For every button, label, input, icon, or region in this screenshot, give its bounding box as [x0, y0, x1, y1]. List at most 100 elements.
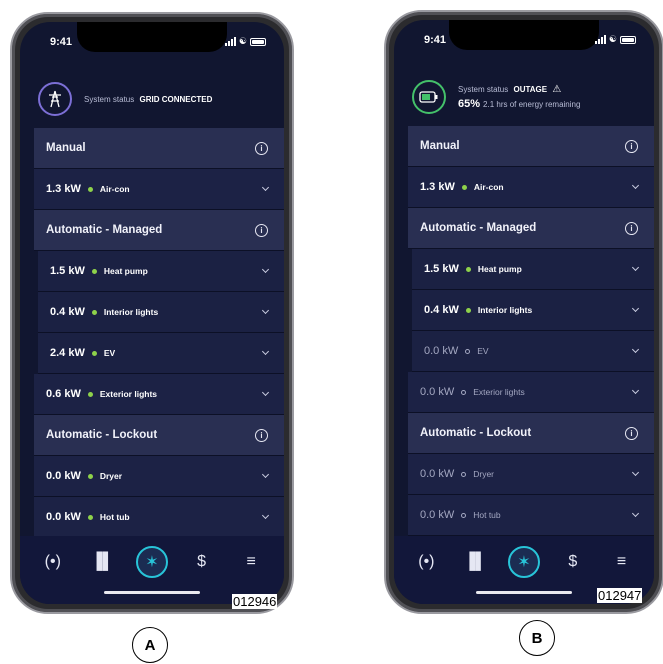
home-indicator[interactable] [476, 591, 572, 594]
status-label: System status [458, 85, 509, 94]
inactive-dot-icon [465, 348, 471, 354]
phone-a: 9:41 ☯ System status GRID CONNECTED Manu… [10, 12, 294, 614]
load-row-heat-pump[interactable]: 1.5 kW Heat pump [38, 251, 284, 292]
load-info: 0.0 kW Dryer [46, 470, 122, 482]
load-info: 0.0 kW Hot tub [420, 509, 501, 521]
load-row-air-con[interactable]: 1.3 kW Air-con [408, 167, 654, 208]
home-hub-icon[interactable]: ✶ [135, 546, 168, 578]
sliders-icon[interactable]: ≡ [606, 546, 638, 578]
radio-status-icon[interactable]: (•) [410, 546, 442, 578]
caption-label: B [519, 620, 555, 656]
chevron-down-icon[interactable] [261, 511, 270, 520]
chevron-down-icon[interactable] [261, 347, 270, 356]
bar-chart-icon[interactable]: ▐▌ [86, 546, 118, 578]
load-info: 0.0 kW Dryer [420, 468, 494, 480]
section-header-manual: Manual i [408, 126, 654, 167]
load-power: 0.0 kW [424, 345, 459, 357]
load-row-dryer[interactable]: 0.0 kW Dryer [34, 456, 284, 497]
active-dot-icon [87, 186, 93, 192]
section-title: Manual [46, 142, 86, 154]
load-label: EV [477, 346, 489, 356]
chevron-down-icon[interactable] [261, 470, 270, 479]
chevron-down-icon[interactable] [631, 181, 640, 190]
load-list: Manual i 1.3 kW Air-con Automatic - Managed i… [408, 126, 654, 536]
active-dot-icon [465, 266, 471, 272]
info-icon[interactable]: i [255, 428, 268, 442]
radio-status-icon[interactable]: (•) [37, 546, 69, 578]
bar-chart-icon[interactable]: ▐▌ [459, 546, 491, 578]
load-row-ev[interactable]: 2.4 kW EV [38, 333, 284, 374]
section-title: Automatic - Managed [46, 224, 163, 236]
home-hub-icon[interactable]: ✶ [507, 546, 540, 578]
dollar-icon[interactable]: $ [557, 546, 589, 578]
info-icon[interactable]: i [625, 221, 638, 235]
load-row-dryer[interactable]: 0.0 kW Dryer [408, 454, 654, 495]
info-icon[interactable]: i [625, 139, 638, 153]
load-row-heat-pump[interactable]: 1.5 kW Heat pump [412, 249, 654, 290]
info-icon[interactable]: i [255, 223, 268, 237]
load-label: Heat pump [103, 266, 148, 276]
load-label: EV [103, 348, 116, 358]
chevron-down-icon[interactable] [261, 388, 270, 397]
signal-icon [594, 35, 606, 44]
load-power: 1.5 kW [50, 265, 85, 277]
load-info: 1.5 kW Heat pump [50, 265, 148, 277]
load-power: 0.6 kW [46, 388, 81, 400]
energy-remaining: 65% 2.1 hrs of energy remaining [458, 98, 580, 110]
load-power: 1.3 kW [420, 181, 455, 193]
battery-status-icon [620, 35, 636, 44]
load-row-exterior-lights[interactable]: 0.6 kW Exterior lights [34, 374, 284, 415]
chevron-down-icon[interactable] [631, 345, 640, 354]
battery-status-icon [250, 37, 266, 46]
active-dot-icon [91, 268, 97, 274]
status-value: GRID CONNECTED [139, 94, 213, 104]
load-power: 0.4 kW [50, 306, 85, 318]
load-row-interior-lights[interactable]: 0.4 kW Interior lights [412, 290, 654, 331]
figure-code: 012946 [232, 594, 278, 609]
load-list: Manual i 1.3 kW Air-con Automatic - Managed i… [34, 128, 284, 538]
active-dot-icon [91, 350, 97, 356]
section-header-automatic-lockout: Automatic - Lockout i [34, 415, 284, 456]
chevron-down-icon[interactable] [631, 263, 640, 272]
chevron-down-icon[interactable] [631, 386, 640, 395]
status-label: System status [84, 94, 135, 104]
active-dot-icon [87, 473, 93, 479]
chevron-down-icon[interactable] [631, 468, 640, 477]
load-row-interior-lights[interactable]: 0.4 kW Interior lights [38, 292, 284, 333]
status-indicators: ☯ [224, 37, 266, 46]
active-dot-icon [91, 309, 97, 315]
dollar-icon[interactable]: $ [186, 546, 218, 578]
load-info: 0.4 kW Interior lights [424, 304, 532, 316]
inactive-dot-icon [461, 512, 467, 518]
load-label: Hot tub [473, 510, 501, 520]
sliders-icon[interactable]: ≡ [235, 546, 267, 578]
chevron-down-icon[interactable] [261, 183, 270, 192]
load-row-hot-tub[interactable]: 0.0 kW Hot tub [34, 497, 284, 538]
load-power: 0.0 kW [420, 509, 455, 521]
load-label: Dryer [473, 469, 495, 479]
home-indicator[interactable] [104, 591, 200, 594]
chevron-down-icon[interactable] [261, 265, 270, 274]
load-power: 1.3 kW [46, 183, 81, 195]
info-icon[interactable]: i [255, 141, 268, 155]
load-row-ev[interactable]: 0.0 kW EV [412, 331, 654, 372]
chevron-down-icon[interactable] [631, 304, 640, 313]
load-info: 1.5 kW Heat pump [424, 263, 522, 275]
load-info: 0.0 kW Hot tub [46, 511, 130, 523]
load-label: Hot tub [99, 512, 130, 522]
load-row-air-con[interactable]: 1.3 kW Air-con [34, 169, 284, 210]
load-info: 1.3 kW Air-con [420, 181, 504, 193]
system-status: System status OUTAGE ⚠ 65% 2.1 hrs of ene… [412, 72, 640, 122]
remaining-text: 2.1 hrs of energy remaining [483, 100, 581, 109]
section-title: Automatic - Managed [420, 222, 537, 234]
load-row-hot-tub[interactable]: 0.0 kW Hot tub [408, 495, 654, 536]
home-battery-icon [412, 80, 446, 114]
info-icon[interactable]: i [625, 426, 638, 440]
phone-b: 9:41 ☯ System status OUTAGE ⚠ 65% 2.1 hrs… [384, 10, 663, 614]
chevron-down-icon[interactable] [261, 306, 270, 315]
section-title: Automatic - Lockout [420, 427, 532, 439]
transmission-tower-icon [38, 82, 72, 116]
signal-icon [224, 37, 236, 46]
load-row-exterior-lights[interactable]: 0.0 kW Exterior lights [408, 372, 654, 413]
chevron-down-icon[interactable] [631, 509, 640, 518]
